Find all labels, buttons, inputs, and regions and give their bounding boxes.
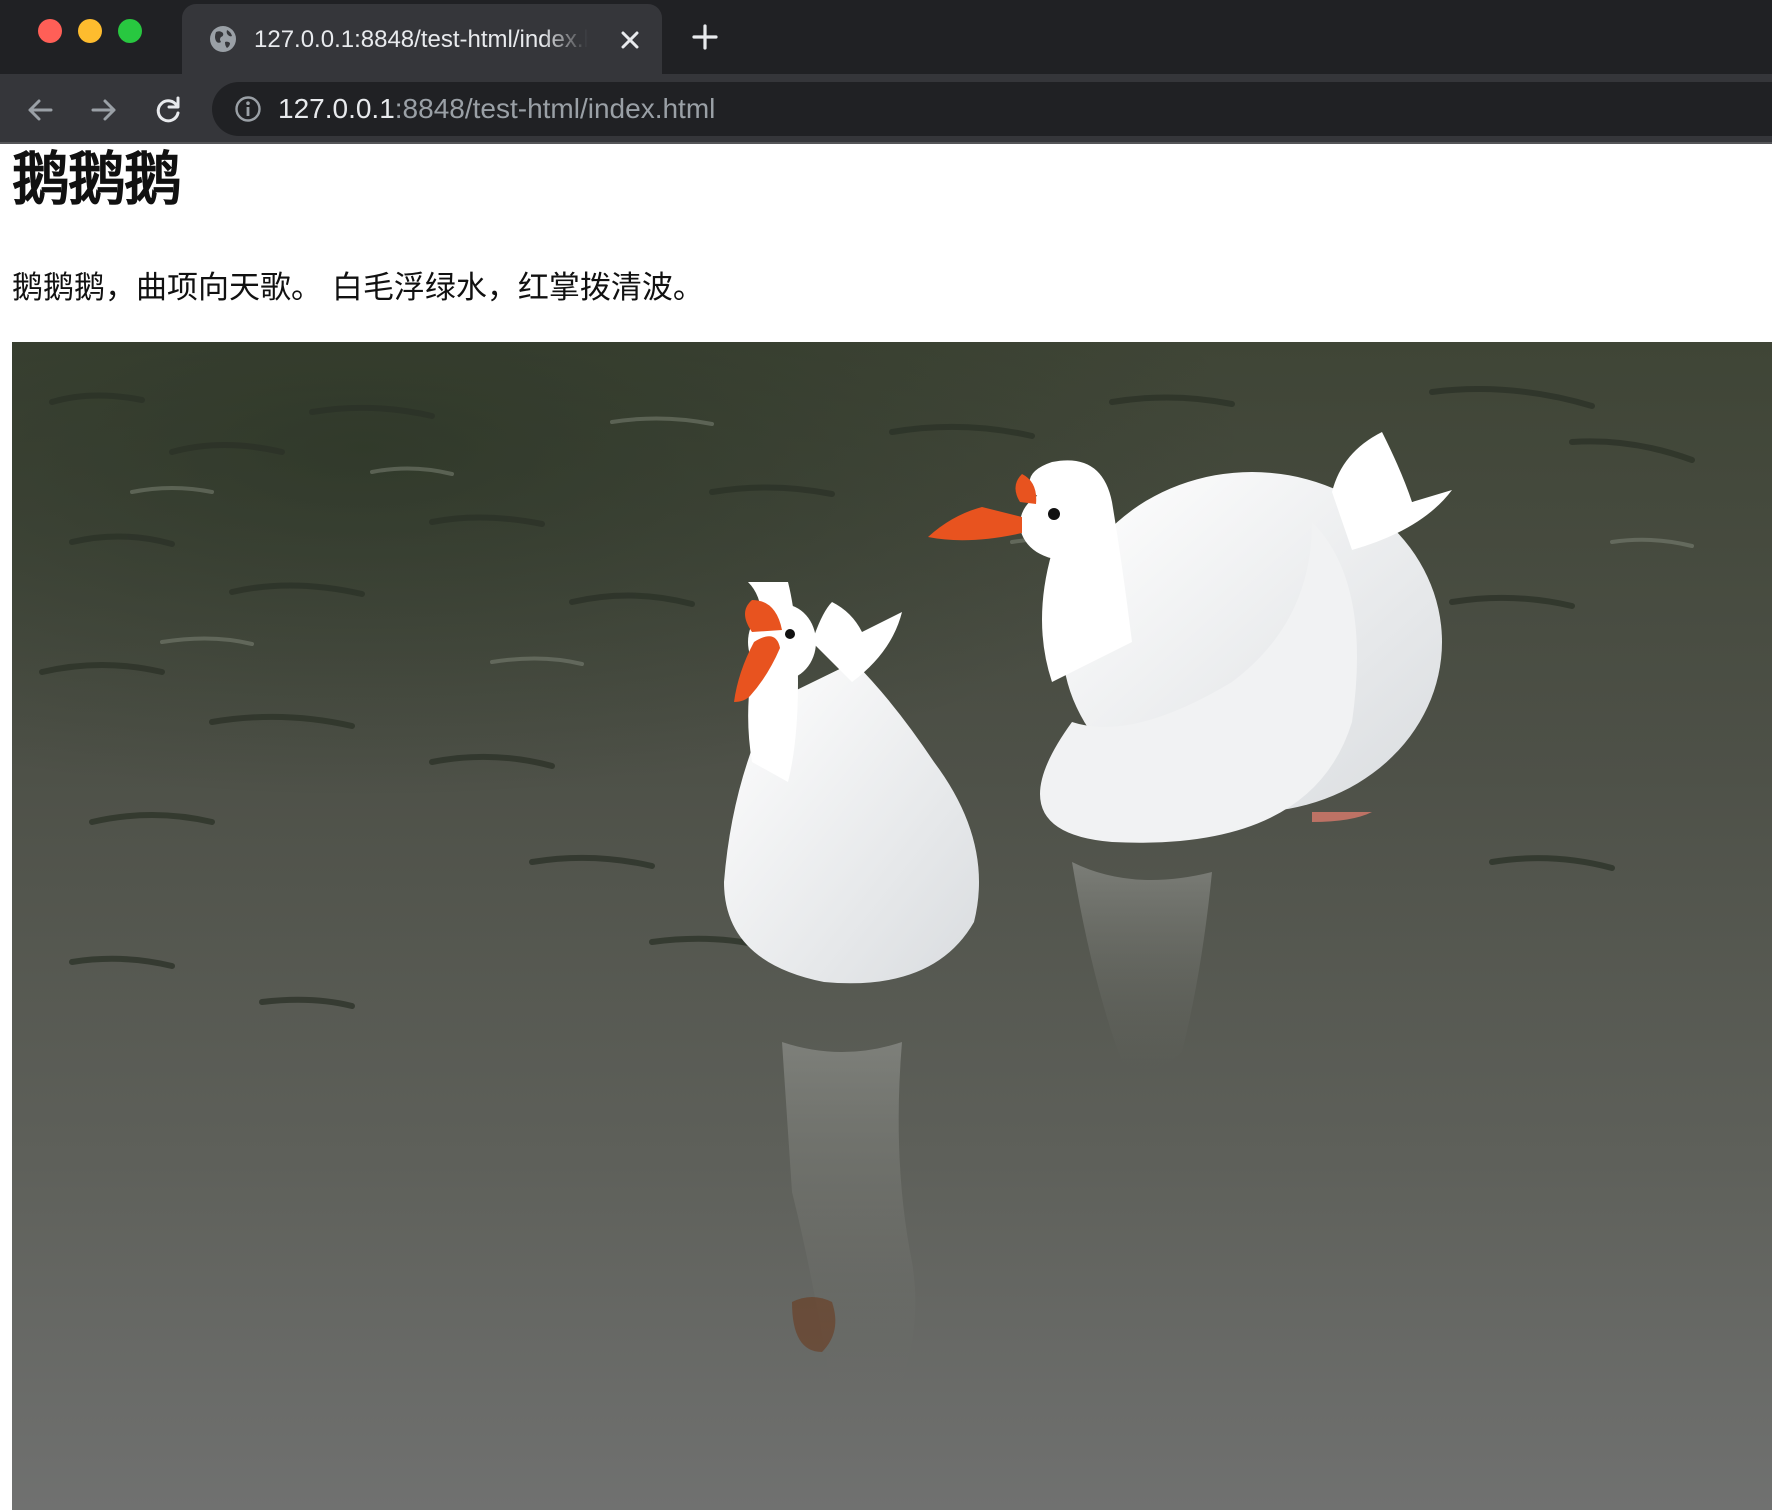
reload-icon[interactable]	[152, 94, 184, 126]
close-tab-icon[interactable]	[616, 26, 644, 54]
info-icon[interactable]	[234, 95, 262, 123]
tab-title: 127.0.0.1:8848/test-html/index.html	[254, 26, 588, 53]
browser-tab-strip: 127.0.0.1:8848/test-html/index.html	[0, 0, 1772, 74]
back-arrow-icon[interactable]	[24, 94, 56, 126]
geese-photo	[12, 342, 1772, 1510]
address-bar[interactable]: 127.0.0.1:8848/test-html/index.html	[212, 82, 1772, 136]
browser-toolbar: 127.0.0.1:8848/test-html/index.html	[0, 74, 1772, 144]
forward-arrow-icon[interactable]	[88, 94, 120, 126]
new-tab-plus-icon[interactable]	[690, 22, 720, 52]
zoom-window-button[interactable]	[118, 19, 142, 43]
page-heading: 鹅鹅鹅	[12, 145, 182, 213]
minimize-window-button[interactable]	[78, 19, 102, 43]
url-path: :8848/test-html/index.html	[394, 93, 716, 124]
globe-icon	[210, 26, 236, 52]
active-tab[interactable]: 127.0.0.1:8848/test-html/index.html	[182, 4, 662, 74]
url-host: 127.0.0.1	[278, 93, 395, 124]
page-viewport: 鹅鹅鹅 鹅鹅鹅，曲项向天歌。 白毛浮绿水，红掌拨清波。	[0, 144, 1772, 1510]
url-text[interactable]: 127.0.0.1:8848/test-html/index.html	[278, 94, 715, 124]
poem-paragraph: 鹅鹅鹅，曲项向天歌。 白毛浮绿水，红掌拨清波。	[12, 270, 704, 306]
close-window-button[interactable]	[38, 19, 62, 43]
